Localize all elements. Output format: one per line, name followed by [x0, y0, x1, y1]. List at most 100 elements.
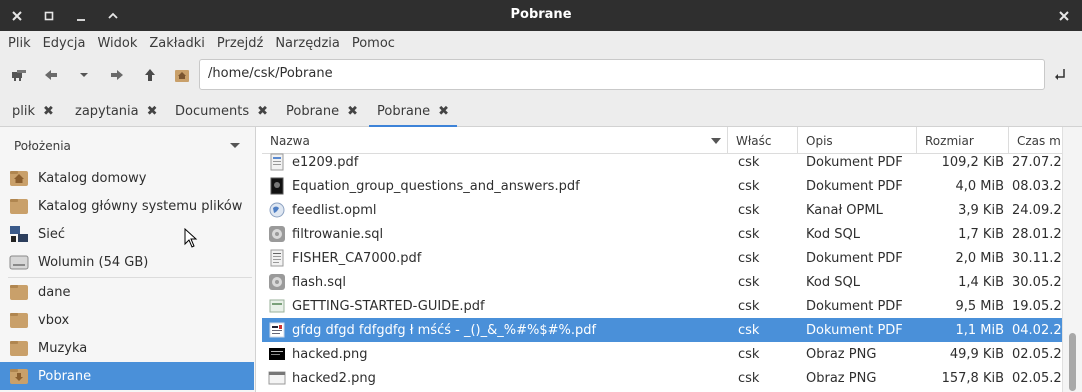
sidebar-item-volume[interactable]: Wolumin (54 GB) [0, 248, 254, 276]
file-row[interactable]: e1209.pdf csk Dokument PDF 109,2 KiB 27.… [262, 150, 1062, 174]
file-date: 28.01.2 [1012, 226, 1062, 242]
file-name: FISHER_CA7000.pdf [292, 250, 422, 266]
close-icon [1059, 11, 1069, 21]
file-row[interactable]: feedlist.opml csk Kanał OPML 3,9 KiB 24.… [262, 198, 1062, 222]
file-row[interactable]: Equation_group_questions_and_answers.pdf… [262, 174, 1062, 198]
column-name-label: Nazwa [270, 133, 310, 148]
vertical-scrollbar[interactable] [1062, 127, 1082, 392]
sidebar-item-root[interactable]: Katalog główny systemu plików [0, 192, 254, 220]
file-size: 1,4 KiB [958, 274, 1004, 290]
file-date: 27.07.2 [1012, 154, 1062, 170]
tab-label: Documents [175, 103, 250, 119]
pdf-dark-icon [270, 177, 284, 195]
globe-icon [269, 202, 285, 218]
menu-pomoc[interactable]: Pomoc [346, 36, 401, 51]
back-button[interactable] [41, 66, 61, 84]
sidebar-item-label: Muzyka [38, 340, 88, 356]
file-owner: csk [738, 322, 760, 338]
file-date: 02.05.2 [1012, 346, 1062, 362]
close-tab-icon[interactable]: ✖ [257, 104, 268, 119]
file-row[interactable]: FISHER_CA7000.pdf csk Dokument PDF 2,0 M… [262, 246, 1062, 270]
file-name: filtrowanie.sql [292, 226, 384, 242]
mouse-cursor-icon [184, 228, 198, 248]
sidebar-item-label: Katalog główny systemu plików [38, 198, 243, 214]
sidebar: Położenia Katalog domowy Katalog główny … [0, 127, 256, 392]
column-owner-label: Właśc [736, 133, 772, 148]
file-owner: csk [738, 274, 760, 290]
file-owner: csk [738, 226, 760, 242]
sidebar-item-muzyka[interactable]: Muzyka [0, 334, 254, 362]
close-tab-icon[interactable]: ✖ [43, 104, 54, 119]
tab-label: zapytania [75, 103, 139, 119]
file-description: Dokument PDF [806, 298, 903, 314]
home-folder-icon [175, 70, 189, 82]
file-list: Nazwa Właśc Opis Rozmiar Czas m e1209.pd… [262, 127, 1062, 392]
image-icon [268, 371, 286, 385]
file-row[interactable]: filtrowanie.sql csk Kod SQL 1,7 KiB 28.0… [262, 222, 1062, 246]
tab-documents[interactable]: Documents ✖ [175, 95, 268, 127]
arrow-left-icon [45, 70, 57, 80]
up-button[interactable] [140, 66, 160, 84]
file-row[interactable]: hacked.png csk Obraz PNG 49,9 KiB 02.05.… [262, 342, 1062, 366]
close-tab-icon[interactable]: ✖ [147, 104, 158, 119]
arrow-up-icon [145, 69, 155, 81]
sidebar-item-pobrane[interactable]: Pobrane [0, 362, 254, 390]
tab-label: Pobrane [377, 103, 431, 119]
sidebar-item-label: Katalog domowy [38, 170, 147, 186]
menu-bar: Plik Edycja Widok Zakładki Przejdź Narzę… [0, 31, 1082, 56]
file-row-selected[interactable]: gfdg dfgd fdfgdfg ł mśćś - _()_&_%#%$#%.… [262, 318, 1062, 342]
sidebar-item-network[interactable]: Sieć [0, 220, 254, 248]
column-description-label: Opis [806, 133, 833, 148]
file-size: 109,2 KiB [941, 154, 1004, 170]
sidebar-item-home[interactable]: Katalog domowy [0, 164, 254, 192]
sidebar-item-label: Wolumin (54 GB) [38, 254, 149, 270]
menu-narzedzia[interactable]: Narzędzia [269, 36, 346, 51]
file-size: 49,9 KiB [949, 346, 1004, 362]
new-tab-button[interactable] [9, 66, 29, 84]
file-date: 04.02.2 [1012, 322, 1062, 338]
menu-widok[interactable]: Widok [91, 36, 143, 51]
menu-edycja[interactable]: Edycja [37, 36, 92, 51]
pdf-icon [270, 153, 284, 171]
sidebar-item-dane[interactable]: dane [0, 278, 254, 306]
menu-przejdz[interactable]: Przejdź [211, 36, 269, 51]
menu-plik[interactable]: Plik [2, 36, 37, 51]
close-window-right-button[interactable] [1053, 5, 1075, 27]
home-folder-icon [10, 171, 28, 186]
home-button[interactable] [172, 66, 192, 84]
file-description: Kod SQL [806, 274, 860, 290]
file-name: hacked2.png [292, 370, 376, 386]
sidebar-item-label: Sieć [38, 226, 66, 242]
download-folder-icon [10, 369, 28, 384]
window-title: Pobrane [510, 7, 572, 22]
close-tab-icon[interactable]: ✖ [347, 104, 358, 119]
file-owner: csk [738, 250, 760, 266]
file-size: 9,5 MiB [955, 298, 1004, 314]
sidebar-item-vbox[interactable]: vbox [0, 306, 254, 334]
forward-button[interactable] [107, 66, 127, 84]
tab-zapytania[interactable]: zapytania ✖ [75, 95, 158, 127]
column-modified-label: Czas m [1017, 133, 1061, 148]
pdf-icon [269, 299, 285, 313]
sidebar-dropdown-icon[interactable] [230, 143, 240, 148]
file-size: 1,7 KiB [958, 226, 1004, 242]
tab-plik[interactable]: plik ✖ [12, 95, 54, 127]
history-dropdown-button[interactable] [74, 66, 94, 84]
tab-label: plik [12, 103, 36, 119]
file-owner: csk [738, 346, 760, 362]
location-input[interactable]: /home/csk/Pobrane [199, 59, 1045, 90]
menu-zakladki[interactable]: Zakładki [143, 36, 210, 51]
sql-icon [269, 274, 285, 290]
file-row[interactable]: hacked2.png csk Obraz PNG 157,8 KiB 02.0… [262, 366, 1062, 390]
tab-pobrane-1[interactable]: Pobrane ✖ [286, 95, 358, 127]
file-date: 30.05.2 [1012, 274, 1062, 290]
file-description: Kod SQL [806, 226, 860, 242]
tab-pobrane-active[interactable]: Pobrane ✖ [368, 95, 458, 127]
close-tab-icon[interactable]: ✖ [438, 104, 449, 119]
file-row[interactable]: flash.sql csk Kod SQL 1,4 KiB 30.05.2 [262, 270, 1062, 294]
drive-icon [9, 255, 29, 270]
file-description: Kanał OPML [806, 202, 883, 218]
go-button[interactable] [1051, 66, 1069, 84]
file-row[interactable]: GETTING-STARTED-GUIDE.pdf csk Dokument P… [262, 294, 1062, 318]
scrollbar-thumb[interactable] [1069, 333, 1076, 391]
